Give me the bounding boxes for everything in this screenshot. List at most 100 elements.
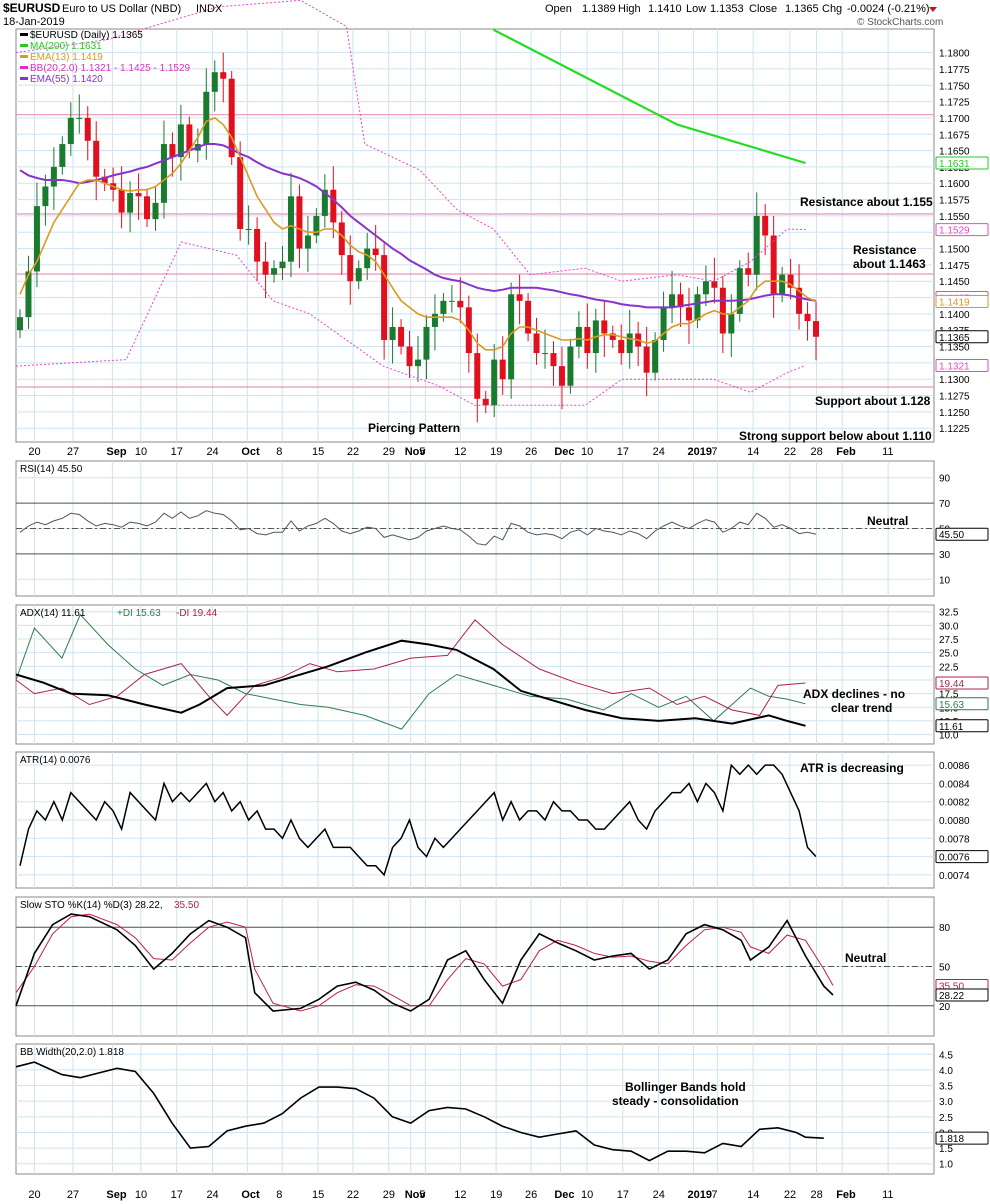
bbw-ytick-0: 4.5 bbox=[939, 1050, 953, 1061]
xaxis-bottom-3: 10 bbox=[135, 1189, 147, 1201]
ohlc-high: 1.1410 bbox=[648, 3, 682, 15]
bbw-title: BB Width(20,2.0) 1.818 bbox=[20, 1047, 124, 1058]
candle-body-81 bbox=[702, 281, 709, 295]
ohlc-open-label: Open bbox=[545, 3, 572, 15]
ohlc-close-label: Close bbox=[749, 3, 777, 15]
sto-tag-1: 28.22 bbox=[939, 991, 964, 1002]
adx-tag-1: 15.63 bbox=[939, 700, 964, 711]
xaxis-top-9: 22 bbox=[347, 446, 359, 458]
candle-body-14 bbox=[135, 193, 142, 197]
candle-body-74 bbox=[643, 346, 650, 373]
candle-body-64 bbox=[558, 366, 565, 386]
price-ytick-3: 1.1725 bbox=[939, 98, 970, 109]
candle-body-23 bbox=[211, 72, 218, 92]
bbw-ytick-3: 3.0 bbox=[939, 1097, 953, 1108]
xaxis-top-7: 8 bbox=[276, 446, 282, 458]
candle-body-27 bbox=[245, 228, 252, 230]
sto-ytick-2: 20 bbox=[939, 1002, 951, 1013]
adx-ytick-2: 27.5 bbox=[939, 635, 959, 646]
candle-body-26 bbox=[237, 157, 244, 229]
adx-ytick-4: 22.5 bbox=[939, 662, 959, 673]
xaxis-bottom-1: 27 bbox=[67, 1189, 79, 1201]
bbw-ytick-1: 4.0 bbox=[939, 1066, 953, 1077]
candle-body-87 bbox=[753, 215, 760, 275]
xaxis-bottom-7: 8 bbox=[276, 1189, 282, 1201]
xaxis-bottom-14: 19 bbox=[490, 1189, 502, 1201]
xaxis-top-19: 24 bbox=[653, 446, 665, 458]
ohlc-low: 1.1353 bbox=[710, 3, 744, 15]
xaxis-bottom-22: 14 bbox=[747, 1189, 759, 1201]
price-ytick-12: 1.1500 bbox=[939, 245, 970, 256]
candle-body-15 bbox=[144, 196, 151, 220]
xaxis-top-12: 5 bbox=[419, 446, 425, 458]
price-ytick-18: 1.1350 bbox=[939, 343, 970, 354]
adx-minus-title: -DI 19.44 bbox=[176, 608, 218, 619]
xaxis-top-4: 17 bbox=[171, 446, 183, 458]
candle-body-0 bbox=[17, 317, 23, 331]
candle-body-8 bbox=[84, 117, 91, 141]
adx-ytick-1: 30.0 bbox=[939, 621, 959, 632]
candle-body-69 bbox=[601, 320, 608, 334]
candle-body-51 bbox=[448, 300, 455, 302]
rsi-ytick-3: 30 bbox=[939, 550, 951, 561]
price-tag-5: 1.1321 bbox=[939, 361, 970, 372]
candle-body-41 bbox=[364, 248, 371, 269]
candle-body-37 bbox=[330, 189, 337, 223]
legend-swatch-0 bbox=[20, 33, 28, 36]
candle-body-25 bbox=[228, 78, 235, 158]
adx-ytick-0: 32.5 bbox=[939, 608, 959, 619]
ohlc-low-label: Low bbox=[686, 3, 706, 15]
candle-body-72 bbox=[626, 333, 633, 354]
candle-body-80 bbox=[694, 294, 701, 321]
candle-body-5 bbox=[59, 144, 66, 167]
price-ytick-16: 1.1400 bbox=[939, 310, 970, 321]
legend-label-4: EMA(55) 1.1420 bbox=[30, 74, 103, 85]
xaxis-bottom-13: 12 bbox=[454, 1189, 466, 1201]
price-ytick-21: 1.1275 bbox=[939, 392, 970, 403]
candle-body-13 bbox=[127, 193, 134, 213]
candle-body-63 bbox=[550, 353, 557, 367]
price-tag-1: 1.1529 bbox=[939, 226, 970, 237]
xaxis-bottom-19: 24 bbox=[653, 1189, 665, 1201]
candle-body-22 bbox=[203, 91, 210, 145]
price-annotation-0: Resistance about 1.155 bbox=[800, 195, 933, 209]
candle-body-46 bbox=[406, 346, 413, 367]
xaxis-bottom-4: 17 bbox=[171, 1189, 183, 1201]
ohlc-close: 1.1365 bbox=[785, 3, 819, 15]
candle-body-33 bbox=[296, 196, 303, 249]
bbw-tag: 1.818 bbox=[939, 1134, 964, 1145]
xaxis-top-15: 26 bbox=[525, 446, 537, 458]
candle-body-86 bbox=[745, 268, 752, 275]
xaxis-top-25: Feb bbox=[836, 446, 856, 458]
rsi-ytick-1: 70 bbox=[939, 499, 951, 510]
price-ytick-5: 1.1675 bbox=[939, 130, 970, 141]
price-ytick-23: 1.1225 bbox=[939, 424, 970, 435]
sto-d-title: 35.50 bbox=[174, 900, 199, 911]
candle-body-49 bbox=[431, 313, 438, 327]
price-tag-0: 1.1631 bbox=[939, 159, 970, 170]
xaxis-top-2: Sep bbox=[106, 446, 126, 458]
atr-ytick-1: 0.0084 bbox=[939, 779, 970, 790]
bbw-annotation-0: Bollinger Bands hold bbox=[625, 1080, 746, 1094]
candle-body-90 bbox=[779, 274, 786, 295]
xaxis-bottom-0: 20 bbox=[28, 1189, 40, 1201]
price-annotation-5: Strong support below about 1.110 bbox=[739, 429, 932, 443]
candle-body-3 bbox=[42, 186, 49, 207]
atr-ytick-4: 0.0078 bbox=[939, 834, 970, 845]
adx-title: ADX(14) 11.61 bbox=[20, 608, 86, 619]
stockcharts-figure: $EURUSD Euro to US Dollar (NBD) INDX 18-… bbox=[3, 0, 989, 1201]
adx-ytick-3: 25.0 bbox=[939, 649, 959, 660]
price-ytick-14: 1.1450 bbox=[939, 277, 970, 288]
symbol: $EURUSD bbox=[3, 1, 61, 15]
candle-body-16 bbox=[152, 202, 159, 220]
adx-tag-2: 11.61 bbox=[939, 722, 964, 733]
candle-body-29 bbox=[262, 261, 269, 275]
adx-annotation-0: ADX declines - no bbox=[803, 687, 905, 701]
candle-body-43 bbox=[381, 255, 388, 341]
xaxis-top-5: 24 bbox=[206, 446, 218, 458]
price-ytick-1: 1.1775 bbox=[939, 65, 970, 76]
candle-body-12 bbox=[118, 189, 125, 213]
candle-body-39 bbox=[347, 255, 354, 282]
xaxis-bottom-12: 5 bbox=[419, 1189, 425, 1201]
price-ytick-8: 1.1600 bbox=[939, 179, 970, 190]
